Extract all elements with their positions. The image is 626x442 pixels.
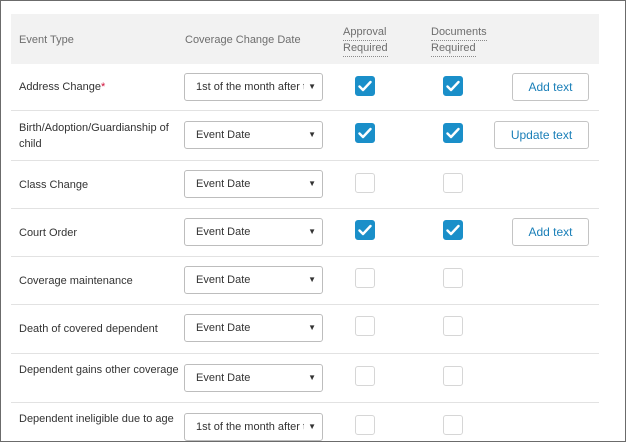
select-value: Event Date (196, 178, 251, 190)
approval-required-checkbox[interactable] (355, 268, 375, 288)
event-settings-panel: Event Type Coverage Change Date Approval… (0, 0, 626, 442)
documents-required-checkbox[interactable] (443, 173, 463, 193)
caret-down-icon: ▼ (308, 227, 316, 236)
caret-down-icon: ▼ (308, 422, 316, 431)
event-type-text: Court Order (19, 227, 78, 239)
checkmark-icon (446, 80, 460, 92)
header-event-type: Event Type (19, 34, 74, 46)
approval-required-checkbox[interactable] (355, 415, 375, 435)
event-type-text: Dependent ineligible due to age (19, 413, 174, 425)
event-type-text: Class Change (19, 179, 89, 191)
table-row: Birth/Adoption/Guardianship of child Eve… (11, 111, 599, 161)
required-asterisk: * (100, 81, 106, 93)
event-type-text: Coverage maintenance (19, 275, 133, 287)
coverage-change-date-select[interactable]: 1st of the month after the event ▼ (184, 413, 323, 441)
header-documents-line1: Documents (431, 25, 487, 41)
checkmark-icon (446, 127, 460, 139)
event-type-label: Death of covered dependent (19, 321, 179, 337)
select-value: Event Date (196, 322, 251, 334)
table-row: Class Change Event Date ▼ (11, 161, 599, 209)
coverage-change-date-select[interactable]: Event Date ▼ (184, 364, 323, 392)
event-type-label: Dependent ineligible due to age (19, 411, 179, 427)
add-text-button[interactable]: Add text (512, 218, 589, 246)
checkmark-icon (446, 224, 460, 236)
documents-required-checkbox[interactable] (443, 220, 463, 240)
event-type-label: Class Change (19, 177, 179, 193)
table-row: Dependent ineligible due to age 1st of t… (11, 403, 599, 441)
coverage-change-date-select[interactable]: Event Date ▼ (184, 266, 323, 294)
approval-required-checkbox[interactable] (355, 123, 375, 143)
event-type-label: Birth/Adoption/Guardianship of child (19, 120, 179, 152)
event-type-text: Birth/Adoption/Guardianship of child (19, 122, 169, 150)
approval-required-checkbox[interactable] (355, 366, 375, 386)
coverage-change-date-select[interactable]: Event Date ▼ (184, 314, 323, 342)
documents-required-checkbox[interactable] (443, 415, 463, 435)
header-approval-line1: Approval (343, 25, 387, 41)
event-type-label: Coverage maintenance (19, 273, 179, 289)
documents-required-checkbox[interactable] (443, 316, 463, 336)
table-row: Coverage maintenance Event Date ▼ (11, 257, 599, 305)
table-row: Death of covered dependent Event Date ▼ (11, 305, 599, 354)
coverage-change-date-select[interactable]: Event Date ▼ (184, 121, 323, 149)
select-value: Event Date (196, 274, 251, 286)
life-event-table: Event Type Coverage Change Date Approval… (11, 14, 599, 441)
table-row: Court Order Event Date ▼ Add text (11, 209, 599, 257)
caret-down-icon: ▼ (308, 323, 316, 332)
event-type-text: Dependent gains other coverage (19, 364, 179, 376)
checkmark-icon (358, 127, 372, 139)
event-type-text: Address Change (19, 81, 101, 93)
event-type-label: Address Change* (19, 79, 179, 95)
caret-down-icon: ▼ (308, 130, 316, 139)
header-coverage-change-date: Coverage Change Date (185, 34, 301, 46)
approval-required-checkbox[interactable] (355, 76, 375, 96)
caret-down-icon: ▼ (308, 179, 316, 188)
event-type-label: Dependent gains other coverage (19, 362, 179, 378)
select-value: 1st of the month after the event (196, 421, 304, 433)
event-type-text: Death of covered dependent (19, 323, 158, 335)
header-documents-line2: Required (431, 41, 476, 57)
add-text-button[interactable]: Add text (512, 73, 589, 101)
table-row: Dependent gains other coverage Event Dat… (11, 354, 599, 403)
table-header: Event Type Coverage Change Date Approval… (11, 14, 599, 64)
header-documents-required: Documents Required (431, 25, 487, 57)
checkmark-icon (358, 224, 372, 236)
approval-required-checkbox[interactable] (355, 173, 375, 193)
approval-required-checkbox[interactable] (355, 220, 375, 240)
caret-down-icon: ▼ (308, 275, 316, 284)
coverage-change-date-select[interactable]: 1st of the month after the event ▼ (184, 73, 323, 101)
documents-required-checkbox[interactable] (443, 268, 463, 288)
checkmark-icon (358, 80, 372, 92)
caret-down-icon: ▼ (308, 82, 316, 91)
select-value: Event Date (196, 372, 251, 384)
select-value: Event Date (196, 129, 251, 141)
update-text-button[interactable]: Update text (494, 121, 589, 149)
select-value: 1st of the month after the event (196, 81, 304, 93)
coverage-change-date-select[interactable]: Event Date ▼ (184, 218, 323, 246)
event-type-label: Court Order (19, 225, 179, 241)
coverage-change-date-select[interactable]: Event Date ▼ (184, 170, 323, 198)
table-row: Address Change* 1st of the month after t… (11, 64, 599, 111)
header-approval-line2: Required (343, 41, 388, 57)
header-approval-required: Approval Required (343, 25, 388, 57)
documents-required-checkbox[interactable] (443, 76, 463, 96)
select-value: Event Date (196, 226, 251, 238)
approval-required-checkbox[interactable] (355, 316, 375, 336)
documents-required-checkbox[interactable] (443, 366, 463, 386)
caret-down-icon: ▼ (308, 373, 316, 382)
documents-required-checkbox[interactable] (443, 123, 463, 143)
